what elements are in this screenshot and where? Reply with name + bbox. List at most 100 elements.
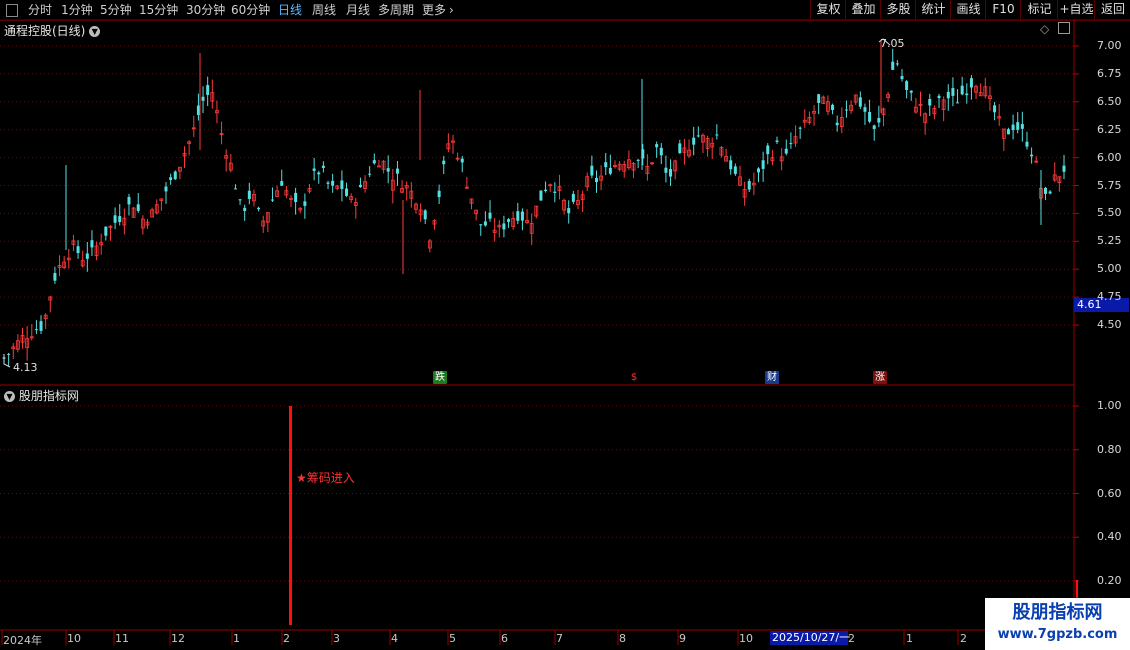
candle-body	[53, 273, 57, 281]
date-tick-label: 2024年	[3, 634, 42, 647]
date-tick-label: 2	[960, 632, 967, 645]
candle-body	[678, 143, 682, 154]
candle-body	[951, 88, 955, 96]
candle-body	[928, 98, 932, 106]
candle-body	[1006, 129, 1010, 135]
candle-body	[169, 177, 173, 181]
candle-body	[345, 188, 349, 196]
candle-body	[488, 212, 492, 219]
signal-bar	[289, 406, 292, 625]
y-tick-label: 5.50	[1097, 206, 1122, 220]
candle-body	[747, 181, 751, 190]
candle-body	[270, 199, 274, 201]
y-tick-label: 0.20	[1097, 574, 1122, 587]
candle-body	[507, 219, 511, 222]
candle-body	[553, 191, 557, 193]
y-tick-label: 6.25	[1097, 122, 1122, 136]
candle-body	[1030, 154, 1034, 157]
candle-body	[113, 215, 117, 223]
candle-body	[368, 173, 372, 175]
event-marker[interactable]: 财	[765, 371, 779, 384]
candle-body	[1062, 165, 1066, 172]
candle-body	[386, 168, 390, 172]
watermark: 股朋指标网 www.7gpzb.com	[985, 598, 1130, 650]
candle-body	[196, 105, 200, 115]
candle-body	[1043, 187, 1047, 194]
event-marker[interactable]: $	[627, 371, 641, 384]
candle-body	[358, 184, 362, 188]
candle-body	[372, 160, 376, 164]
candle-body	[868, 112, 872, 122]
candle-body	[729, 160, 733, 170]
candle-body	[715, 134, 719, 136]
candle-body	[664, 167, 668, 173]
candle-body	[594, 177, 598, 182]
candle-body	[993, 105, 997, 113]
candle-body	[520, 211, 524, 221]
date-tick-label: 12	[171, 632, 185, 645]
watermark-title: 股朋指标网	[1012, 602, 1103, 623]
high-price-label: 7.05	[880, 37, 905, 50]
candle-body	[479, 224, 483, 226]
date-tick-label: 1	[233, 632, 240, 645]
candle-body	[539, 190, 543, 201]
candle-body	[7, 353, 11, 355]
candle-body	[136, 204, 140, 211]
y-tick-label: 0.80	[1097, 442, 1122, 456]
candle-body	[909, 90, 913, 93]
candle-body	[608, 167, 612, 174]
y-tick-label: 5.25	[1097, 234, 1122, 248]
y-tick-label: 4.75	[1097, 290, 1122, 304]
candle-body	[201, 96, 205, 101]
candle-body	[956, 102, 960, 104]
candle-body	[669, 169, 673, 177]
candle-body	[257, 207, 261, 210]
candle-body	[442, 160, 446, 165]
candle-body	[590, 165, 594, 176]
candle-body	[900, 75, 904, 80]
candle-body	[118, 216, 122, 222]
date-tick-label: 2	[283, 632, 290, 645]
chevron-down-icon[interactable]: ▼	[4, 391, 15, 402]
candle-body	[377, 165, 381, 168]
candle-body	[655, 144, 659, 148]
candle-body	[1048, 191, 1052, 194]
candle-body	[206, 85, 210, 95]
candle-body	[692, 137, 696, 145]
main-chart[interactable]	[0, 0, 1130, 650]
date-tick-label: 6	[501, 632, 508, 645]
date-tick-label: 7	[556, 632, 563, 645]
candle-body	[331, 180, 335, 186]
candle-body	[423, 210, 427, 220]
y-tick-label: 5.75	[1097, 178, 1122, 192]
candle-body	[516, 211, 520, 221]
candle-body	[280, 181, 284, 186]
y-tick-label: 6.00	[1097, 150, 1122, 164]
candle-body	[85, 253, 89, 259]
candle-body	[863, 107, 867, 112]
candle-body	[636, 159, 640, 161]
candle-body	[1011, 124, 1015, 131]
candle-body	[321, 165, 325, 168]
event-marker[interactable]: 涨	[873, 371, 887, 384]
candle-body	[317, 172, 321, 175]
candle-body	[483, 221, 487, 226]
candle-body	[872, 125, 876, 129]
candle-body	[905, 81, 909, 90]
event-marker[interactable]: 跌	[433, 371, 447, 384]
candle-body	[789, 143, 793, 145]
date-tick-label: 3	[333, 632, 340, 645]
candle-body	[395, 168, 399, 174]
candle-body	[173, 171, 177, 180]
candle-body	[243, 207, 247, 212]
candle-body	[571, 193, 575, 202]
low-price-label: 4.13	[13, 361, 38, 374]
candle-body	[76, 246, 80, 254]
y-tick-label: 7.00	[1097, 39, 1122, 52]
candle-body	[502, 223, 506, 230]
candle-body	[604, 162, 608, 168]
candle-body	[965, 93, 969, 96]
candle-body	[1025, 141, 1029, 147]
candle-body	[303, 201, 307, 206]
candle-body	[39, 321, 43, 331]
